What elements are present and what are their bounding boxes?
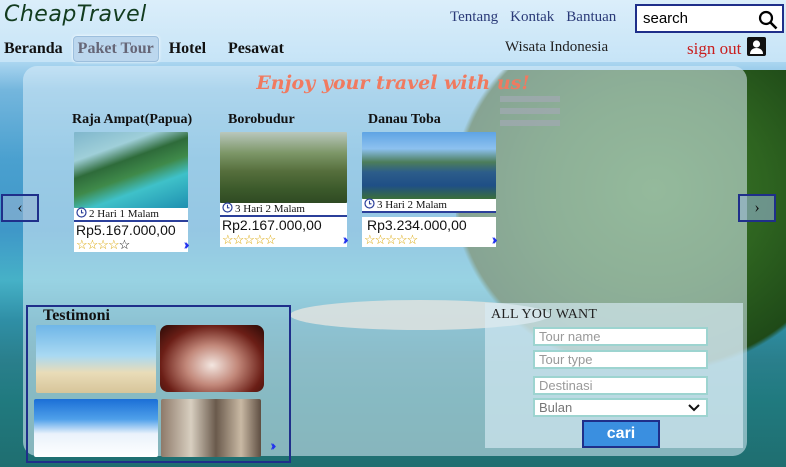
user-icon[interactable] (747, 37, 767, 61)
nav-pesawat[interactable]: Pesawat (224, 37, 288, 61)
header: CheapTravel Tentang Kontak Bantuan Beran… (0, 0, 786, 62)
signout-label[interactable]: sign out (687, 39, 741, 59)
bulan-select[interactable]: Bulan (533, 398, 708, 417)
testimoni-more-icon[interactable]: ›› (270, 438, 276, 454)
wisata-indonesia-link[interactable]: Wisata Indonesia (505, 39, 608, 56)
chevron-left-icon: ‹ (17, 199, 23, 216)
double-chevron-right-icon[interactable]: ›› (491, 232, 497, 248)
tour-duration: 3 Hari 2 Malam (220, 202, 347, 217)
chevron-right-icon: › (754, 199, 760, 216)
tour-title: Borobudur (228, 112, 295, 127)
rating-stars[interactable]: ☆☆☆☆☆ (76, 238, 130, 251)
search-input[interactable] (637, 6, 757, 31)
nav-link-tentang[interactable]: Tentang (450, 9, 498, 26)
double-chevron-right-icon[interactable]: ›› (342, 232, 348, 248)
logo[interactable]: CheapTravel (4, 2, 147, 27)
cari-button[interactable]: cari (582, 420, 660, 448)
tour-name-input[interactable]: Tour name (533, 327, 708, 346)
tour-price: Rp5.167.000,00 (74, 222, 188, 238)
bulan-select-value: Bulan (539, 400, 573, 415)
tour-card-footer: ☆☆☆☆☆ ›› (362, 232, 498, 248)
tour-duration-text: 2 Hari 1 Malam (89, 208, 159, 220)
tour-card-footer: ☆☆☆☆☆ ›› (220, 232, 349, 248)
clock-icon (76, 207, 87, 221)
testimoni-photo-festival[interactable] (161, 399, 261, 457)
tour-duration-text: 3 Hari 2 Malam (235, 203, 305, 215)
tour-price: Rp2.167.000,00 (220, 217, 347, 233)
clock-icon (222, 202, 233, 216)
tour-price: Rp3.234.000,00 (362, 217, 496, 233)
tour-title: Danau Toba (368, 112, 441, 127)
form-title: ALL YOU WANT (491, 307, 598, 322)
tour-card-footer: ☆☆☆☆☆ ›› (74, 237, 190, 253)
tour-photo[interactable] (74, 132, 188, 208)
tour-duration: 3 Hari 2 Malam (362, 198, 496, 213)
tour-type-input[interactable]: Tour type (533, 350, 708, 369)
tour-duration: 2 Hari 1 Malam (74, 207, 188, 222)
chevron-down-icon (688, 400, 700, 415)
tour-card-danau-toba[interactable]: Danau Toba 3 Hari 2 Malam Rp3.234.000,00… (362, 112, 498, 248)
tour-photo[interactable] (362, 132, 496, 199)
testimoni-title: Testimoni (43, 307, 110, 324)
search-form: ALL YOU WANT Tour name Tour type Destina… (485, 303, 743, 448)
nav-link-kontak[interactable]: Kontak (510, 9, 554, 26)
tour-photo[interactable] (220, 132, 347, 203)
destinasi-input[interactable]: Destinasi (533, 376, 708, 395)
carousel-next-button[interactable]: › (738, 194, 776, 222)
signout-link[interactable]: sign out (687, 37, 767, 61)
top-nav: Tentang Kontak Bantuan (450, 9, 616, 26)
main-nav: Beranda Paket Tour Hotel Pesawat (0, 36, 288, 62)
nav-beranda[interactable]: Beranda (0, 37, 67, 61)
testimoni-section: Testimoni ›› (26, 305, 291, 463)
testimoni-photo-beach[interactable] (36, 325, 156, 393)
tour-card-raja-ampat[interactable]: Raja Ampat(Papua) 2 Hari 1 Malam Rp5.167… (72, 112, 193, 253)
nav-paket-tour[interactable]: Paket Tour (72, 36, 159, 62)
tagline: Enjoy your travel with us! (256, 72, 530, 94)
search-icon[interactable] (758, 10, 778, 35)
rating-stars[interactable]: ☆☆☆☆☆ (222, 233, 276, 246)
rating-stars[interactable]: ☆☆☆☆☆ (364, 233, 418, 246)
tour-title: Raja Ampat(Papua) (72, 112, 193, 127)
clock-icon (364, 198, 375, 212)
tour-duration-text: 3 Hari 2 Malam (377, 199, 447, 211)
carousel-prev-button[interactable]: ‹ (1, 194, 39, 222)
testimoni-photo-ski[interactable] (34, 399, 158, 457)
nav-link-bantuan[interactable]: Bantuan (566, 9, 616, 26)
search-box (635, 4, 784, 33)
nav-hotel[interactable]: Hotel (165, 37, 210, 61)
double-chevron-right-icon[interactable]: ›› (183, 237, 189, 253)
tour-card-borobudur[interactable]: Borobudur 3 Hari 2 Malam Rp2.167.000,00 … (220, 112, 349, 248)
testimoni-photo-dinner[interactable] (160, 325, 264, 392)
